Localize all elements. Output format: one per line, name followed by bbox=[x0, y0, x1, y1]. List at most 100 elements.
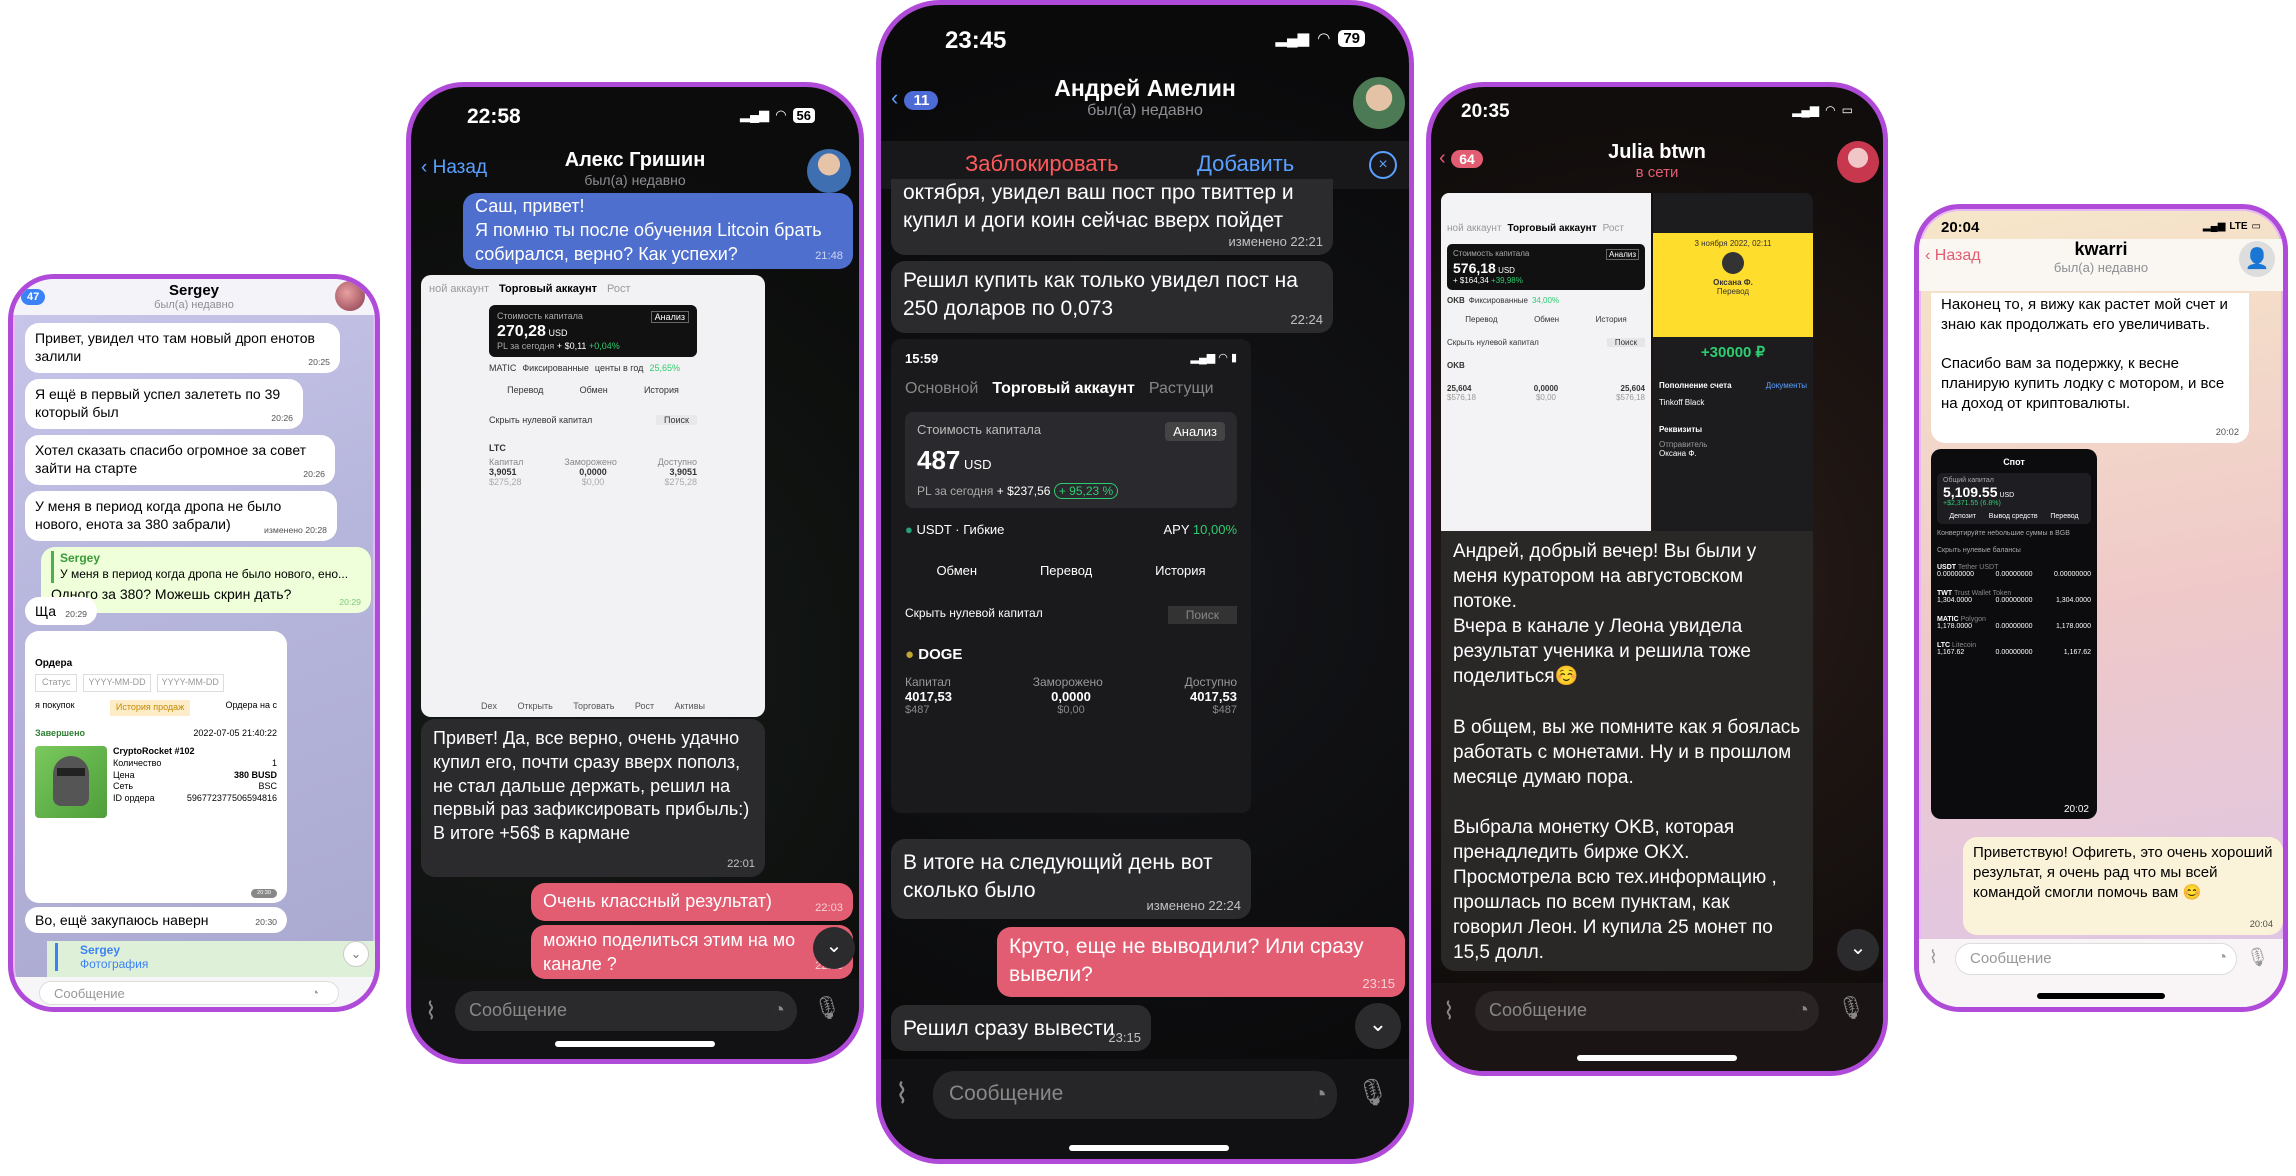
message-text: Ща bbox=[35, 603, 57, 619]
close-icon[interactable]: × bbox=[1369, 151, 1397, 179]
tab-orders: Ордера на с bbox=[225, 700, 277, 711]
message-time: 20:26 bbox=[271, 412, 293, 423]
coin-name: USDT bbox=[916, 522, 952, 537]
back-button[interactable]: ‹ 11 bbox=[891, 85, 939, 111]
sticker-icon[interactable]: ◔ bbox=[311, 985, 319, 1000]
microphone-icon[interactable]: 🎙 bbox=[813, 995, 841, 1021]
unread-badge[interactable]: 47 bbox=[21, 289, 46, 305]
order-screenshot[interactable]: Ордера Статус YYYY-MM-DD YYYY-MM-DD я по… bbox=[25, 631, 287, 903]
val-frozen: 0,0000 bbox=[1533, 384, 1559, 393]
analysis-button: Анализ bbox=[1605, 249, 1639, 260]
capital-label: Стоимость капитала bbox=[917, 422, 1042, 437]
usdt-icon: ● bbox=[905, 522, 913, 537]
message-input[interactable]: Сообщение bbox=[1955, 943, 2237, 975]
message-input[interactable]: Сообщение bbox=[39, 981, 339, 1005]
col-available: Доступно bbox=[1184, 675, 1237, 689]
analysis-button: Анализ bbox=[650, 311, 689, 323]
phone-julia-chat: 20:35 ▂▄▆ ◠ ▭ ‹ 64 Julia btwn в сети ной а… bbox=[1426, 82, 1888, 1076]
message-time: изменено 20:28 bbox=[264, 524, 327, 535]
back-button[interactable]: ‹ 64 bbox=[1439, 147, 1483, 170]
pl-value: + $164,34 bbox=[1453, 276, 1489, 285]
microphone-icon[interactable]: 🎙 bbox=[1837, 995, 1865, 1021]
bank-sub: Перевод bbox=[1716, 287, 1750, 296]
attach-icon[interactable]: ⌇ bbox=[425, 997, 437, 1026]
chat-header: ‹ Назад Алекс Гришин был(а) недавно bbox=[411, 147, 859, 195]
bank-screenshot[interactable]: 3 ноября 2022, 02:11 Оксана Ф. Перевод +… bbox=[1653, 193, 1813, 531]
rate-label: центы в год bbox=[594, 363, 644, 373]
order-id-label: ID ордера bbox=[113, 793, 155, 804]
reply-quote: У меня в период когда дропа не было ново… bbox=[60, 566, 349, 581]
asset-row: LTC Litecoin 1,167.62 0.00000000 1,167.62 bbox=[1937, 642, 2091, 656]
chevron-down-icon[interactable]: ⌄ bbox=[1355, 1003, 1401, 1049]
reply-preview[interactable]: Sergey Фотография bbox=[47, 941, 375, 977]
sticker-icon[interactable]: ◔ bbox=[1313, 1081, 1328, 1109]
message-input[interactable]: Сообщение bbox=[455, 991, 797, 1031]
trading-screenshot[interactable]: 15:59 ▂▄▆ ◠ ▮ Основной Торговый аккаунт Рас… bbox=[891, 339, 1251, 813]
message-bubble: Андрей, добрый вечер! Вы были у меня кур… bbox=[1441, 531, 1813, 971]
avatar[interactable] bbox=[807, 149, 851, 193]
tab-main: ной аккаунт bbox=[429, 283, 489, 295]
chevron-down-icon[interactable]: ⌄ bbox=[1837, 929, 1879, 971]
message-bubble: Решил сразу вывести 23:15 bbox=[891, 1005, 1151, 1051]
back-button[interactable]: ‹ Назад bbox=[421, 157, 487, 179]
apy-label: APY bbox=[1163, 522, 1190, 537]
asset-total: 1,167.62 bbox=[1937, 649, 1965, 656]
message-text: Решил сразу вывести bbox=[903, 1017, 1115, 1040]
message-bubble: Очень классный результат) 22:03 bbox=[531, 883, 853, 921]
nft-name: CryptoRocket #102 bbox=[113, 745, 195, 756]
sender-label: Отправитель bbox=[1659, 440, 1708, 449]
chevron-down-icon[interactable]: ⌄ bbox=[343, 941, 369, 967]
reply-name: Sergey bbox=[60, 551, 101, 565]
pl-percent: + 95,23 % bbox=[1053, 483, 1119, 499]
spot-screenshot[interactable]: Спот Общий капитал 5,109.55 USD +$2,371.… bbox=[1931, 449, 2097, 819]
message-input[interactable]: Сообщение bbox=[933, 1071, 1337, 1119]
back-button[interactable]: ‹ Назад bbox=[1925, 247, 1981, 265]
val-capital: 4017,53 bbox=[905, 689, 952, 704]
attach-icon[interactable]: ⌇ bbox=[895, 1077, 909, 1110]
shot-title: Спот bbox=[2003, 457, 2025, 467]
deposit-button: Депозит bbox=[1949, 513, 1976, 520]
usd-capital: $576,18 bbox=[1447, 393, 1476, 402]
sticker-icon[interactable]: ◔ bbox=[773, 999, 785, 1022]
message-bubble: Хотел сказать спасибо огромное за совет … bbox=[25, 435, 335, 485]
phone-alex-chat: 22:58 ▂▄▆ ◠ 56 ‹ Назад Алекс Гришин был(а)… bbox=[406, 82, 864, 1064]
nav-dex: Dex bbox=[481, 701, 498, 711]
documents-link: Документы bbox=[1765, 381, 1807, 390]
trading-screenshot[interactable]: ной аккаунт Торговый аккаунт Рост Стоимост… bbox=[421, 275, 765, 717]
requisites-label: Реквизиты bbox=[1659, 425, 1703, 434]
nav-open: Открыть bbox=[517, 701, 553, 711]
qty-label: Количество bbox=[113, 757, 162, 768]
order-date-to: YYYY-MM-DD bbox=[156, 674, 224, 693]
avatar[interactable] bbox=[335, 281, 365, 311]
attach-icon[interactable]: ⌇ bbox=[1929, 947, 1938, 968]
sticker-icon[interactable]: ◔ bbox=[1797, 999, 1809, 1022]
val-available: 3,9051 bbox=[669, 467, 697, 477]
avatar[interactable] bbox=[1353, 77, 1405, 129]
usd-available: $275,28 bbox=[664, 477, 697, 487]
microphone-icon[interactable]: 🎙 bbox=[1356, 1077, 1389, 1108]
sticker-icon[interactable]: ◔ bbox=[2217, 949, 2227, 967]
attach-icon[interactable]: ⌇ bbox=[1443, 997, 1455, 1026]
add-contact-button[interactable]: Добавить bbox=[1197, 151, 1294, 177]
avatar[interactable] bbox=[1837, 141, 1879, 183]
message-input[interactable]: Сообщение bbox=[1475, 991, 1819, 1031]
signal-icon: ▂▄▆ bbox=[739, 107, 770, 122]
microphone-icon[interactable]: 🎙 bbox=[2246, 947, 2269, 968]
asset-total: 1,178.0000 bbox=[1937, 623, 1973, 630]
trading-screenshot[interactable]: ной аккаунт Торговый аккаунт Рост Стоимост… bbox=[1441, 193, 1651, 531]
message-time: 20:29 bbox=[339, 596, 361, 607]
asset-row: USDT Tether USDT 0.00000000 0.00000000 0.00… bbox=[1937, 564, 2091, 578]
message-text: октября, увидел ваш пост про твиттер и к… bbox=[903, 181, 1294, 232]
reply-preview-name: Sergey bbox=[80, 943, 121, 957]
fixed-label: Фиксированные bbox=[522, 363, 589, 373]
block-button[interactable]: Заблокировать bbox=[965, 151, 1119, 177]
capital-value: 576,18 bbox=[1453, 260, 1496, 276]
chevron-down-icon[interactable]: ⌄ bbox=[813, 927, 855, 969]
message-bubble: Во, ещё закупаюсь наверн 20:30 bbox=[25, 907, 287, 933]
message-time: 20:29 bbox=[65, 608, 87, 619]
message-text: Приветствую! Офигеть, это очень хороший … bbox=[1973, 844, 2273, 901]
search-field: Поиск bbox=[656, 415, 697, 425]
avatar[interactable]: 👤 bbox=[2239, 241, 2275, 277]
price-label: Цена bbox=[113, 769, 135, 780]
order-date-from: YYYY-MM-DD bbox=[83, 674, 151, 693]
